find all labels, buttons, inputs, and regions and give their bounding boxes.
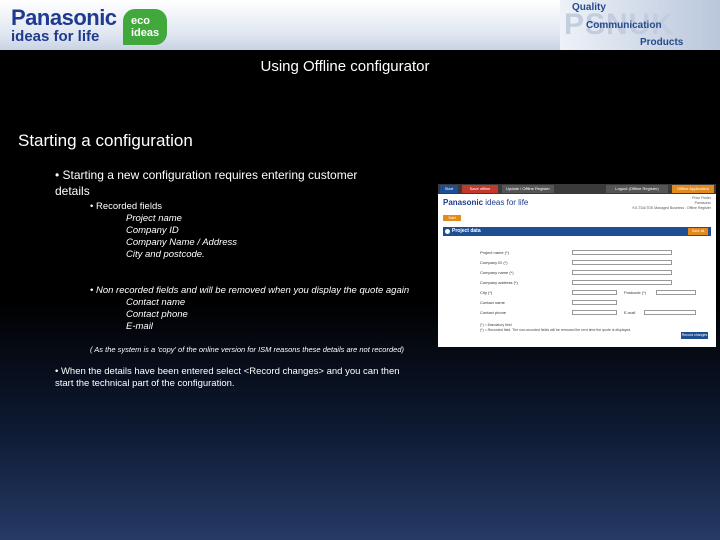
psnuk-logo: PSNUK Quality Communication Products <box>560 0 720 50</box>
recorded-field: Company ID <box>126 225 179 236</box>
tab-logout[interactable]: Logout (Offline Register) <box>606 185 668 193</box>
tab-start[interactable]: Start <box>440 185 458 193</box>
brand-tagline: ideas for life <box>11 28 100 45</box>
footnote: (*) = Mandatory field (*) = Recorded fie… <box>480 323 631 332</box>
eco-line1: eco <box>131 15 150 27</box>
recorded-field: City and postcode. <box>126 249 205 260</box>
email-input[interactable] <box>644 310 696 315</box>
field-label: Company ID (*) <box>480 260 508 265</box>
screenshot-logo: Panasonic ideas for life <box>443 198 528 207</box>
slide-title: Using Offline configurator <box>260 58 430 75</box>
bullet-new-config-cont: details <box>55 184 90 198</box>
nonrecorded-field: Contact name <box>126 297 186 308</box>
eco-ideas-badge: eco ideas <box>123 9 167 45</box>
company-id-input[interactable] <box>572 260 672 265</box>
recorded-field: Company Name / Address <box>126 237 238 248</box>
logo-brand: Panasonic <box>443 198 484 207</box>
tab-save-offline[interactable]: Save offline <box>462 185 498 193</box>
section-heading: Starting a configuration <box>18 131 193 150</box>
footnote-line: (*) = Recorded field. The non-recorded f… <box>480 327 632 332</box>
project-data-label: Project data <box>452 228 481 234</box>
psnuk-products: Products <box>640 37 684 48</box>
bullet-record-changes: • When the details have been entered sel… <box>55 366 400 377</box>
tab-offline-application[interactable]: Offline Application <box>672 185 714 193</box>
tab-bar: Start Save offline Update / Offline Regi… <box>438 184 716 194</box>
contact-name-input[interactable] <box>572 300 617 305</box>
record-changes-button[interactable]: Record changes <box>681 332 708 339</box>
field-label: Contact name <box>480 300 505 305</box>
info-line: KX-TDA/TDE Managed Business : Offline Re… <box>632 206 711 210</box>
sub-bullet-recorded: • Recorded fields <box>90 201 162 212</box>
header-banner: Panasonic ideas for life eco ideas PSNUK… <box>0 0 720 50</box>
psnuk-quality: Quality <box>572 2 606 13</box>
project-data-bar: Project data Save all <box>443 227 711 236</box>
company-address-input[interactable] <box>572 280 672 285</box>
field-label: City (*) <box>480 290 493 295</box>
configurator-screenshot: Start Save offline Update / Offline Regi… <box>438 184 716 347</box>
sub-bullet-nonrecorded: • Non recorded fields and will be remove… <box>90 285 410 296</box>
save-all-button[interactable]: Save all <box>688 228 708 235</box>
field-label: Contact phone <box>480 310 507 315</box>
field-label: Company address (*) <box>480 280 518 285</box>
eco-line2: ideas <box>131 27 160 39</box>
project-name-input[interactable] <box>572 250 672 255</box>
bullet-icon <box>445 229 450 234</box>
company-name-input[interactable] <box>572 270 672 275</box>
field-label: Company name (*) <box>480 270 514 275</box>
tab-update-offline[interactable]: Update / Offline Register <box>502 185 554 193</box>
nonrecorded-field: Contact phone <box>126 309 188 320</box>
recorded-field: Project name <box>126 213 182 224</box>
ism-note: ( As the system is a 'copy' of the onlin… <box>90 345 404 354</box>
logo-tagline: ideas for life <box>485 198 529 207</box>
field-label: Project name (*) <box>480 250 509 255</box>
nonrecorded-field: E-mail <box>126 321 153 332</box>
bullet-new-config: • Starting a new configuration requires … <box>55 168 358 182</box>
bullet-record-changes-cont: start the technical part of the configur… <box>55 378 235 389</box>
city-input[interactable] <box>572 290 617 295</box>
start-button[interactable]: Start <box>443 215 461 221</box>
field-label: Postcode (*) <box>624 290 647 295</box>
screenshot-info: Price Finder Panasonic KX-TDA/TDE Manage… <box>632 196 711 211</box>
postcode-input[interactable] <box>656 290 696 295</box>
field-label: E-mail <box>624 310 636 315</box>
contact-phone-input[interactable] <box>572 310 617 315</box>
psnuk-communication: Communication <box>586 20 662 31</box>
